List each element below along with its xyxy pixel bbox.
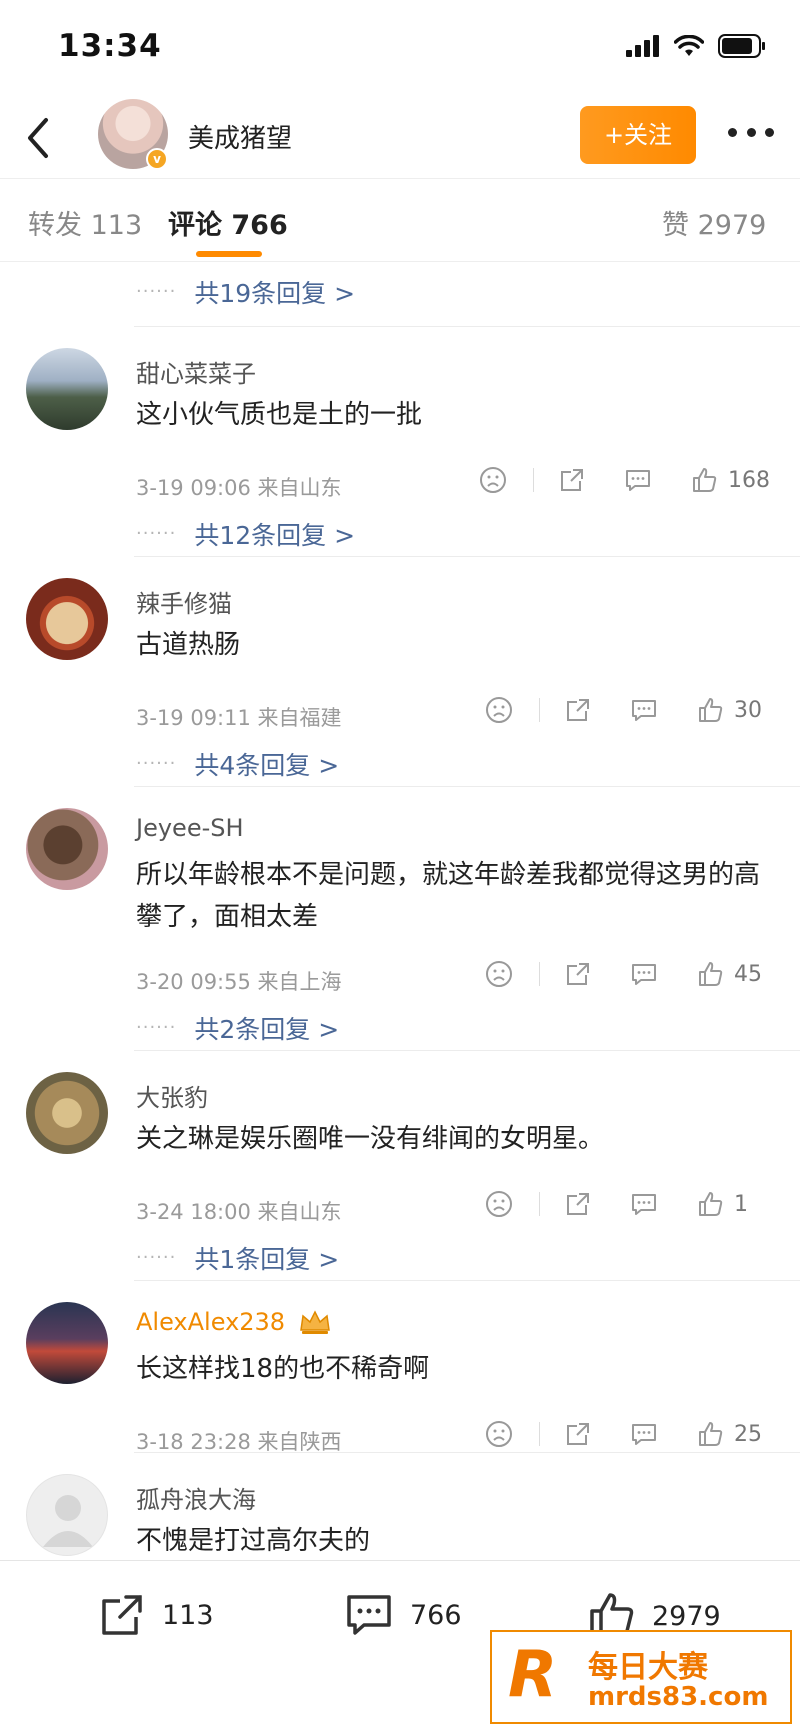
commenter-avatar[interactable] xyxy=(26,578,108,660)
comment-actions: 1 xyxy=(485,1190,770,1218)
reply-icon[interactable] xyxy=(630,696,658,724)
like-icon[interactable] xyxy=(696,960,724,988)
status-icons xyxy=(626,34,766,58)
like-icon[interactable] xyxy=(696,1420,724,1448)
comment-meta: 3-24 18:00 来自山东 xyxy=(136,1200,342,1224)
like-icon[interactable] xyxy=(696,696,724,724)
verified-badge-icon: v xyxy=(146,148,168,170)
comment-meta: 3-19 09:11 来自福建 xyxy=(136,706,342,730)
comment-text: 古道热肠 xyxy=(136,630,241,660)
comment-text: 长这样找18的也不稀奇啊 xyxy=(136,1354,430,1384)
commenter-name[interactable]: Jeyee-SH xyxy=(136,814,244,842)
commenter-name[interactable]: 大张豹 xyxy=(136,1078,208,1113)
reply-icon[interactable] xyxy=(630,1190,658,1218)
like-action[interactable]: 25 xyxy=(696,1420,770,1448)
profile-header: v 美成猪望 +关注 xyxy=(0,96,800,180)
author-name[interactable]: 美成猪望 xyxy=(188,118,292,155)
share-icon[interactable] xyxy=(564,1190,592,1218)
repost-count: 113 xyxy=(162,1599,214,1631)
comment-text: 不愧是打过高尔夫的 xyxy=(136,1526,371,1556)
reply-icon[interactable] xyxy=(630,1420,658,1448)
reply-icon[interactable] xyxy=(630,960,658,988)
comment-button[interactable]: 766 xyxy=(344,1591,462,1639)
comment-meta: 3-20 09:55 来自上海 xyxy=(136,970,342,994)
commenter-avatar[interactable] xyxy=(26,808,108,890)
vip-crown-icon xyxy=(300,1310,330,1334)
comment-item: 孤舟浪大海 不愧是打过高尔夫的 xyxy=(0,1452,800,1562)
comment-item: 大张豹 关之琳是娱乐圈唯一没有绯闻的女明星。 3-24 18:00 来自山东 1… xyxy=(0,1050,800,1280)
tab-active-indicator xyxy=(196,251,262,257)
tab-comments[interactable]: 评论 766 xyxy=(168,203,288,242)
reply-icon[interactable] xyxy=(624,466,652,494)
status-bar: 13:34 xyxy=(0,0,800,96)
dislike-icon[interactable] xyxy=(479,466,507,494)
view-replies-link[interactable]: ······ 共4条回复 > xyxy=(136,746,339,782)
comment-item: Jeyee-SH 所以年龄根本不是问题，就这年龄差我都觉得这男的高攀了，面相太差… xyxy=(0,786,800,1050)
tab-bar: 转发 113 评论 766 赞 2979 xyxy=(0,178,800,262)
commenter-avatar[interactable] xyxy=(26,1302,108,1384)
like-count: 30 xyxy=(734,697,762,723)
tab-reposts[interactable]: 转发 113 xyxy=(28,203,142,242)
commenter-avatar[interactable] xyxy=(26,1474,108,1556)
dislike-icon[interactable] xyxy=(485,960,513,988)
share-icon[interactable] xyxy=(564,1420,592,1448)
commenter-avatar[interactable] xyxy=(26,1072,108,1154)
like-count: 1 xyxy=(734,1191,748,1217)
comment-actions: 30 xyxy=(485,696,770,724)
commenter-name[interactable]: AlexAlex238 xyxy=(136,1308,285,1336)
status-time: 13:34 xyxy=(58,28,162,64)
comment-text: 这小伙气质也是土的一批 xyxy=(136,400,423,430)
comment-item: AlexAlex238 长这样找18的也不稀奇啊 3-18 23:28 来自陕西… xyxy=(0,1280,800,1454)
like-action[interactable]: 30 xyxy=(696,696,770,724)
commenter-name[interactable]: 孤舟浪大海 xyxy=(136,1480,256,1515)
comment-item: 辣手修猫 古道热肠 3-19 09:11 来自福建 30 ······ 共4条回复… xyxy=(0,556,800,786)
dislike-icon[interactable] xyxy=(485,1190,513,1218)
like-icon[interactable] xyxy=(690,466,718,494)
commenter-name[interactable]: 辣手修猫 xyxy=(136,584,232,619)
like-icon[interactable] xyxy=(696,1190,724,1218)
view-replies-link[interactable]: ······ 共12条回复 > xyxy=(136,516,355,552)
view-replies-link[interactable]: ······ 共19条回复 > xyxy=(136,274,355,310)
watermark-url: mrds83.com xyxy=(588,1682,769,1712)
comment-meta: 3-19 09:06 来自山东 xyxy=(136,476,342,500)
like-count-total: 2979 xyxy=(652,1600,721,1632)
comment-text: 所以年龄根本不是问题，就这年龄差我都觉得这男的高攀了，面相太差 xyxy=(136,860,761,932)
share-icon[interactable] xyxy=(564,696,592,724)
like-count: 25 xyxy=(734,1421,762,1447)
watermark-title: 每日大赛 xyxy=(588,1650,708,1685)
commenter-name[interactable]: 甜心菜菜子 xyxy=(136,354,256,389)
comment-actions: 168 xyxy=(479,466,770,494)
follow-button[interactable]: +关注 xyxy=(580,106,696,164)
back-arrow-icon[interactable] xyxy=(20,114,56,162)
watermark-logo: R 每日大赛 mrds83.com xyxy=(490,1630,792,1724)
share-icon[interactable] xyxy=(558,466,586,494)
like-action[interactable]: 1 xyxy=(696,1190,770,1218)
like-count: 45 xyxy=(734,961,762,987)
more-options-icon[interactable] xyxy=(728,122,774,142)
repost-button[interactable]: 113 xyxy=(98,1591,214,1639)
like-count: 168 xyxy=(728,467,770,493)
signal-icon xyxy=(626,35,659,57)
like-action[interactable]: 45 xyxy=(696,960,770,988)
comment-item: 甜心菜菜子 这小伙气质也是土的一批 3-19 09:06 来自山东 168 ··… xyxy=(0,326,800,556)
view-replies-link[interactable]: ······ 共2条回复 > xyxy=(136,1010,339,1046)
comment-actions: 45 xyxy=(485,960,770,988)
battery-icon xyxy=(718,34,765,58)
dislike-icon[interactable] xyxy=(485,1420,513,1448)
share-icon[interactable] xyxy=(564,960,592,988)
comment-actions: 25 xyxy=(485,1420,770,1448)
comment-icon xyxy=(347,1595,391,1635)
comment-text: 关之琳是娱乐圈唯一没有绯闻的女明星。 xyxy=(136,1124,605,1154)
tab-likes[interactable]: 赞 2979 xyxy=(662,203,766,242)
comment-list: ······ 共19条回复 > 甜心菜菜子 这小伙气质也是土的一批 3-19 09… xyxy=(0,262,800,1562)
view-replies-link[interactable]: ······ 共1条回复 > xyxy=(136,1240,339,1276)
comment-count: 766 xyxy=(410,1599,462,1631)
like-action[interactable]: 168 xyxy=(690,466,770,494)
dislike-icon[interactable] xyxy=(485,696,513,724)
wifi-icon xyxy=(674,35,704,56)
default-avatar-icon xyxy=(43,1495,93,1547)
watermark-letter: R xyxy=(508,1638,558,1712)
commenter-avatar[interactable] xyxy=(26,348,108,430)
repost-icon xyxy=(102,1595,142,1635)
